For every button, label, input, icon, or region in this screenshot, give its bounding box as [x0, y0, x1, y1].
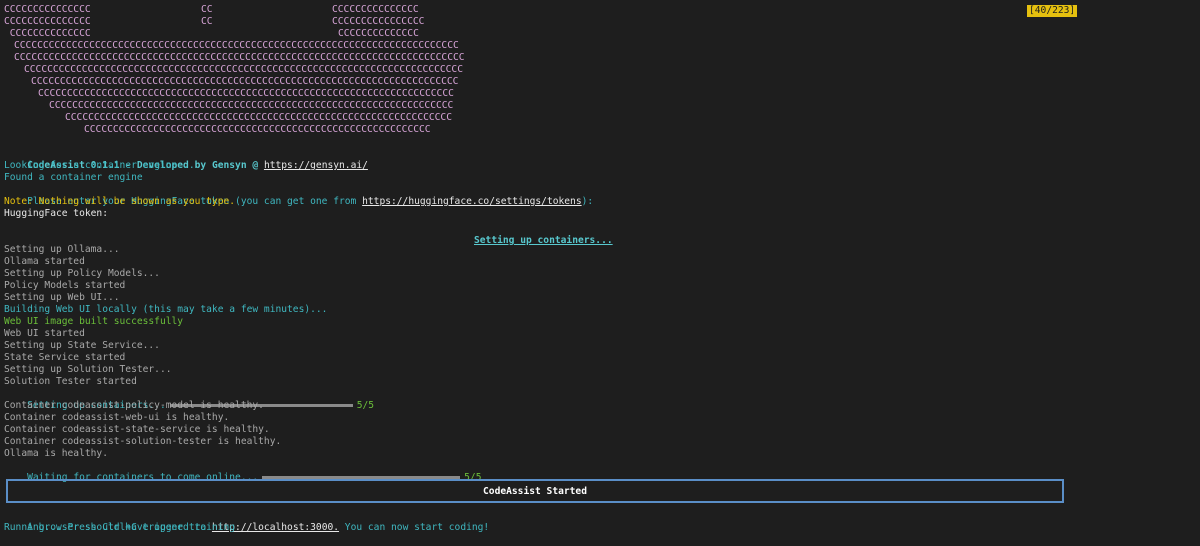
state-setup-line: Setting up State Service... [4, 340, 160, 351]
token-prompt-line: Please enter your HuggingFace token (you… [4, 184, 1200, 207]
ascii-art-segment: CCCCCCCCCCCCCCC [4, 4, 91, 15]
browser-line: A browser should have opened to http://l… [4, 510, 489, 533]
started-banner-text: CodeAssist Started [483, 485, 587, 497]
gensyn-link[interactable]: https://gensyn.ai/ [264, 160, 368, 171]
webui-build-line: Building Web UI locally (this may take a… [4, 304, 328, 315]
ascii-art-segment: CCCCCCCCCCCCCCC [4, 16, 91, 27]
tester-started-line: Solution Tester started [4, 376, 137, 387]
ascii-art-segment: CCCCCCCCCCCCCCCCCCCCCCCCCCCCCCCCCCCCCCCC… [14, 40, 459, 51]
ascii-art-row-6: CCCCCCCCCCCCCCCCCCCCCCCCCCCCCCCCCCCCCCCC… [4, 64, 1200, 76]
ascii-art-segment: CCCCCCCCCCCCCCCCCCCCCCCCCCCCCCCCCCCCCCCC… [65, 112, 452, 123]
ascii-art-segment: CCCCCCCCCCCCCC [4, 28, 91, 39]
progress-waiting-containers: Waiting for containers to come online...… [4, 460, 1200, 483]
ascii-art-row-7: CCCCCCCCCCCCCCCCCCCCCCCCCCCCCCCCCCCCCCCC… [4, 76, 1200, 88]
ascii-art-row-3: CCCCCCCCCCCCCC CCCCCCCCCCCCCC [4, 28, 1200, 40]
healthy-line: Container codeassist-state-service is he… [4, 424, 270, 435]
ascii-art-row-4: CCCCCCCCCCCCCCCCCCCCCCCCCCCCCCCCCCCCCCCC… [4, 40, 1200, 52]
ollama-started-line: Ollama started [4, 256, 85, 267]
found-line: Found a container engine [4, 172, 143, 183]
ascii-art-row-11: CCCCCCCCCCCCCCCCCCCCCCCCCCCCCCCCCCCCCCCC… [4, 124, 1200, 136]
setting-up-containers-heading: Setting up containers... [474, 235, 613, 246]
ascii-art-segment: CCCCCCCCCCCCCCCCCCCCCCCCCCCCCCCCCCCCCCCC… [24, 64, 463, 75]
started-banner: CodeAssist Started [6, 479, 1064, 503]
ascii-art-row-2: CCCCCCCCCCCCCCC CC CCCCCCCCCCCCCCCC [4, 16, 1200, 28]
bottom-lines: A browser should have opened to http://l… [4, 510, 489, 534]
header-line: CodeAssist 0.1.1 - Developed by Gensyn @… [4, 148, 1200, 171]
looking-line: Looking for a container engine... [4, 160, 195, 171]
note-line: Note: Nothing will be shown as you type. [4, 196, 236, 207]
ascii-art-segment: CCCCCCCCCCCCCCCCCCCCCCCCCCCCCCCCCCCCCCCC… [14, 52, 465, 63]
webui-setup-line: Setting up Web UI... [4, 292, 120, 303]
browser-text-post: You can now start coding! [339, 522, 490, 533]
ascii-art-row-8: CCCCCCCCCCCCCCCCCCCCCCCCCCCCCCCCCCCCCCCC… [4, 88, 1200, 100]
ascii-art-row-1: CCCCCCCCCCCCCCC CC CCCCCCCCCCCCCCC [4, 4, 1200, 16]
state-started-line: State Service started [4, 352, 126, 363]
healthy-line: Container codeassist-web-ui is healthy. [4, 412, 230, 423]
ascii-art-segment: CCCCCCCCCCCCCC [338, 28, 419, 39]
progress-setup-containers: Setting up containers... 5/5 [4, 388, 1200, 411]
webui-built-line: Web UI image built successfully [4, 316, 184, 327]
ascii-art-segment: CCCCCCCCCCCCCCCCCCCCCCCCCCCCCCCCCCCCCCCC… [38, 88, 454, 99]
ascii-art-segment: CCCCCCCCCCCCCCCCCCCCCCCCCCCCCCCCCCCCCCCC… [84, 124, 431, 135]
token-label-line: HuggingFace token: [4, 208, 108, 219]
policy-setup-line: Setting up Policy Models... [4, 268, 160, 279]
webui-started-line: Web UI started [4, 328, 85, 339]
ascii-art-row-10: CCCCCCCCCCCCCCCCCCCCCCCCCCCCCCCCCCCCCCCC… [4, 112, 1200, 124]
ascii-art-segment: CCCCCCCCCCCCCCCC [332, 16, 425, 27]
ascii-art-row-5: CCCCCCCCCCCCCCCCCCCCCCCCCCCCCCCCCCCCCCCC… [4, 52, 1200, 64]
healthy-line: Container codeassist-solution-tester is … [4, 436, 282, 447]
ascii-art-segment: CC [201, 4, 213, 15]
ascii-art-segment: CCCCCCCCCCCCCCCCCCCCCCCCCCCCCCCCCCCCCCCC… [49, 100, 454, 111]
ascii-art-segment: CC [201, 16, 213, 27]
token-prompt-end: ): [581, 196, 594, 207]
healthy-line: Container codeassist-policy-model is hea… [4, 400, 264, 411]
ollama-healthy-line: Ollama is healthy. [4, 448, 108, 459]
ascii-art-segment: CCCCCCCCCCCCCCC [332, 4, 419, 15]
line-counter-badge: [40/223] [1027, 5, 1078, 17]
ascii-art-segment: CCCCCCCCCCCCCCCCCCCCCCCCCCCCCCCCCCCCCCCC… [31, 76, 459, 87]
progress-count: 5/5 [356, 400, 375, 411]
tester-setup-line: Setting up Solution Tester... [4, 364, 172, 375]
huggingface-tokens-link[interactable]: https://huggingface.co/settings/tokens [362, 196, 582, 207]
ascii-art-row-9: CCCCCCCCCCCCCCCCCCCCCCCCCCCCCCCCCCCCCCCC… [4, 100, 1200, 112]
terminal-output: CCCCCCCCCCCCCCC CC CCCCCCCCCCCCCCC CCCCC… [4, 4, 1200, 535]
policy-started-line: Policy Models started [4, 280, 126, 291]
